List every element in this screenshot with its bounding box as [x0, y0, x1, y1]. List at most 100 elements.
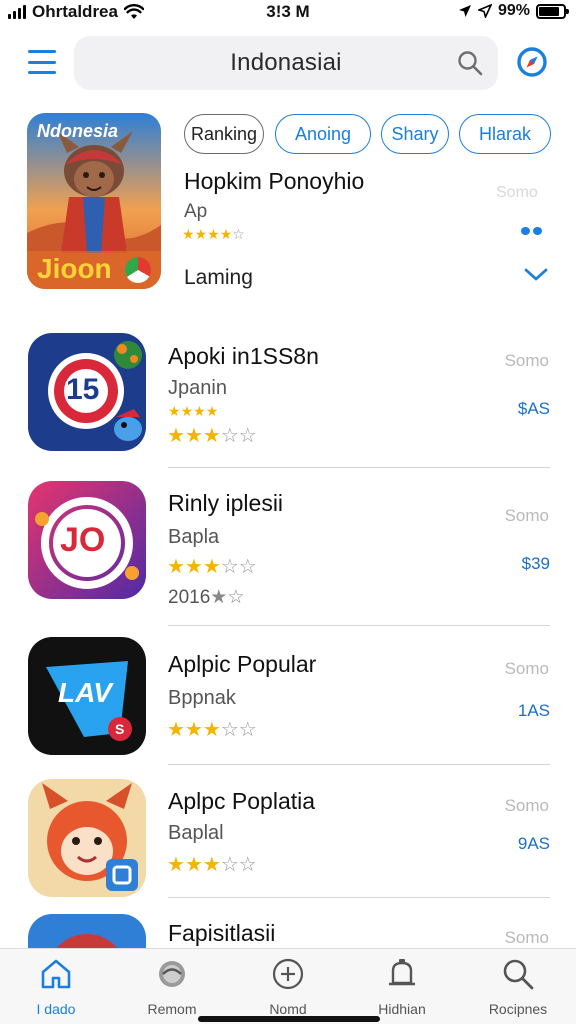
home-indicator — [198, 1016, 380, 1022]
star-empty-icon: ☆ — [232, 226, 245, 242]
star-empty-icon: ☆ — [220, 556, 239, 578]
chip-shary[interactable]: Shary — [381, 114, 449, 154]
get-label[interactable]: Somo — [505, 928, 549, 948]
search-icon[interactable] — [456, 49, 484, 77]
get-label[interactable]: Somo — [505, 506, 549, 526]
star-filled-icon: ★ — [168, 403, 181, 419]
star-empty-icon: ☆ — [238, 719, 257, 741]
star-empty-icon: ☆ — [220, 719, 239, 741]
app-icon[interactable] — [28, 779, 146, 897]
featured-icon-badge — [125, 257, 151, 283]
app-rating-stars: ★★★☆☆ — [167, 423, 257, 448]
page-title: Indonasiai — [230, 49, 342, 76]
battery-icon — [536, 3, 569, 19]
app-icon[interactable]: 15 — [28, 333, 146, 451]
featured-app-icon[interactable]: Ndonesia Jioon — [27, 113, 161, 289]
star-empty-icon: ☆ — [238, 425, 257, 447]
battery-percent: 99% — [497, 2, 530, 19]
app-developer: Bppnak — [168, 687, 236, 709]
featured-icon-text-top: Ndonesia — [37, 121, 119, 141]
app-name[interactable]: Rinly iplesii — [168, 490, 283, 517]
header: Indonasiai — [0, 36, 576, 92]
chevron-down-icon[interactable] — [522, 262, 550, 286]
list-item[interactable]: 15 Apoki in1SS8n Jpanin ★★★★ ★★★☆☆ Somo … — [0, 333, 576, 469]
row-divider — [168, 897, 550, 898]
navigation-arrow-icon — [477, 4, 492, 18]
app-icon-text: JO — [60, 521, 106, 559]
app-icon[interactable]: LAV S — [28, 637, 146, 755]
tab-nomd[interactable]: Nomd — [242, 957, 334, 1021]
globe-icon — [159, 961, 185, 987]
app-year-text: 2016 — [168, 587, 211, 608]
app-name[interactable]: Aplpic Popular — [168, 651, 316, 678]
bell-icon — [389, 959, 415, 986]
tab-label: Hidhian — [378, 1001, 426, 1017]
search-bar[interactable]: Indonasiai — [74, 36, 498, 90]
more-options-icon[interactable] — [521, 224, 551, 238]
list-item[interactable]: Fapisitlasii Somo — [0, 914, 576, 948]
app-small-rating: ★★★★ — [168, 403, 218, 420]
featured-icon-text-bottom: Jioon — [37, 253, 112, 284]
star-filled-icon: ★ — [180, 403, 194, 419]
tab-label: Remom — [147, 1001, 197, 1017]
hamburger-menu-icon[interactable] — [28, 50, 56, 74]
chip-anoing[interactable]: Anoing — [275, 114, 371, 154]
star-empty-icon: ☆ — [220, 425, 239, 447]
star-filled-icon: ★ — [167, 556, 185, 578]
star-filled-icon: ★ — [194, 226, 208, 242]
app-name[interactable]: Fapisitlasii — [168, 920, 275, 947]
star-filled-icon: ★ — [184, 425, 203, 447]
star-filled-icon: ★ — [205, 403, 219, 419]
price-button[interactable]: $39 — [522, 554, 550, 574]
price-button[interactable]: $AS — [518, 399, 550, 419]
price-button[interactable]: 9AS — [518, 834, 550, 854]
star-filled-icon: ★ — [202, 854, 221, 876]
status-right: 99% — [458, 2, 569, 20]
featured-app-subtitle: Ap — [184, 201, 208, 222]
app-icon[interactable]: JO — [28, 481, 146, 599]
get-label[interactable]: Somo — [505, 351, 549, 371]
compass-icon[interactable] — [516, 46, 548, 78]
star-filled-icon: ★ — [202, 425, 221, 447]
app-icon-text: LAV — [58, 677, 112, 708]
star-filled-icon: ★ — [207, 226, 220, 242]
app-icon[interactable] — [28, 914, 146, 948]
list-item[interactable]: Aplpc Poplatia Baplal ★★★☆☆ Somo 9AS — [0, 776, 576, 900]
star-filled-icon: ★ — [184, 719, 203, 741]
app-year: 2016★☆ — [168, 587, 245, 608]
app-name[interactable]: Aplpc Poplatia — [168, 788, 315, 815]
row-divider — [168, 764, 550, 765]
chip-hlarak[interactable]: Hlarak — [459, 114, 551, 154]
app-rating-stars: ★★★☆☆ — [167, 554, 257, 579]
tab-hidhian[interactable]: Hidhian — [356, 957, 448, 1021]
tab-rocipnes[interactable]: Rocipnes — [472, 957, 564, 1021]
list-item[interactable]: JO Rinly iplesii Bapla ★★★☆☆ 2016★☆ Somo… — [0, 480, 576, 628]
star-filled-icon: ★ — [202, 556, 221, 578]
row-divider — [168, 625, 550, 626]
app-icon-artwork — [28, 914, 146, 948]
tab-remom[interactable]: Remom — [126, 957, 218, 1021]
featured-rating-stars: ★★★★☆ — [182, 226, 245, 243]
tab-label: Nomd — [269, 1001, 307, 1017]
get-label[interactable]: Somo — [505, 659, 549, 679]
list-item[interactable]: LAV S Aplpic Popular Bppnak ★★★☆☆ Somo 1… — [0, 637, 576, 765]
app-icon-badge-text: S — [115, 721, 125, 737]
get-label[interactable]: Somo — [505, 796, 549, 816]
tab-label: Rocipnes — [488, 1001, 548, 1017]
featured-get-label[interactable]: Somo — [496, 184, 538, 202]
status-bar: Ohrtaldrea 3!3 M 99% — [0, 0, 576, 28]
chip-ranking[interactable]: Ranking — [184, 114, 264, 154]
app-developer: Baplal — [168, 822, 224, 844]
price-button[interactable]: 1AS — [518, 701, 550, 721]
tab-home[interactable]: I dado — [10, 957, 102, 1021]
app-developer: Bapla — [168, 526, 220, 548]
app-name[interactable]: Apoki in1SS8n — [168, 343, 319, 370]
featured-app-title[interactable]: Hopkim Ponoyhio — [184, 168, 364, 195]
app-icon-text: 15 — [66, 373, 100, 406]
app-rating-stars: ★★★☆☆ — [167, 852, 257, 877]
star-filled-icon: ★ — [167, 854, 185, 876]
star-filled-icon: ★ — [184, 556, 203, 578]
star-filled-icon: ★ — [193, 403, 206, 419]
search-icon — [503, 959, 534, 990]
star-filled-icon: ★ — [202, 719, 221, 741]
